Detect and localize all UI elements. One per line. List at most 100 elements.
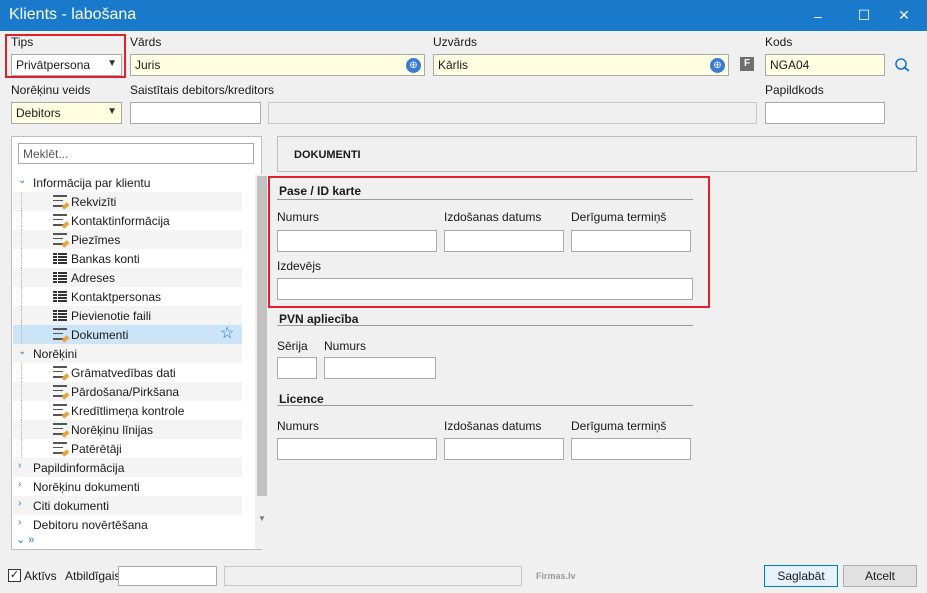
- tree-group-row[interactable]: ⌄ Informācija par klientu: [13, 173, 242, 192]
- tree-group-row[interactable]: › Papildinformācija: [13, 458, 242, 477]
- licence-deriguma-label: Derīguma termiņš: [571, 419, 667, 433]
- tree-item-row[interactable]: Adreses: [13, 268, 242, 287]
- atbildigais-name-field: [224, 566, 522, 586]
- pase-izdevejs-input[interactable]: [277, 278, 693, 300]
- document-edit-icon: [53, 423, 70, 438]
- chevron-down-icon[interactable]: ⌄: [18, 346, 26, 357]
- tree-item-row[interactable]: Pievienotie faili: [13, 306, 242, 325]
- tree-item-label: Grāmatvedības dati: [71, 366, 176, 380]
- panel-title: DOKUMENTI: [294, 149, 361, 161]
- expand-all-icon[interactable]: ⌄ »: [16, 533, 34, 546]
- atbildigais-input[interactable]: [118, 566, 217, 586]
- document-edit-icon: [53, 385, 70, 400]
- chevron-right-icon[interactable]: ›: [18, 479, 21, 490]
- tree-group-row[interactable]: ⌄ Norēķini: [13, 344, 242, 363]
- chevron-right-icon[interactable]: ›: [18, 517, 21, 528]
- chevron-down-icon: ▼: [107, 106, 117, 117]
- saistitais-label: Saistītais debitors/kreditors: [130, 83, 275, 97]
- licence-numurs-input[interactable]: [277, 438, 437, 460]
- tree-group-row[interactable]: › Norēķinu dokumenti: [13, 477, 242, 496]
- pase-numurs-input[interactable]: [277, 230, 437, 252]
- tree-item-row[interactable]: Bankas konti: [13, 249, 242, 268]
- tips-label: Tips: [11, 35, 34, 49]
- tree-item-label: Dokumenti: [71, 328, 129, 342]
- globe-icon[interactable]: ⊕: [710, 58, 725, 73]
- tree-group-label: Norēķinu dokumenti: [33, 480, 140, 494]
- scrollbar-thumb[interactable]: [257, 176, 267, 496]
- tree-item-label: Adreses: [71, 271, 116, 285]
- tree-item-row[interactable]: Kontaktpersonas: [13, 287, 242, 306]
- noreķinu-select[interactable]: Debitors ▼: [11, 102, 122, 124]
- chevron-right-icon[interactable]: ›: [18, 460, 21, 471]
- tree-item-row[interactable]: Pārdošana/Pirkšana: [13, 382, 242, 401]
- chevron-down-icon[interactable]: ⌄: [18, 175, 26, 186]
- table-icon: [53, 290, 67, 302]
- tree-item-label: Rekvizīti: [71, 195, 117, 209]
- tree-item-label: Pārdošana/Pirkšana: [71, 385, 180, 399]
- pvn-serija-input[interactable]: [277, 357, 317, 379]
- tree-item-row[interactable]: Norēķinu līnijas: [13, 420, 242, 439]
- tree-item-label: Bankas konti: [71, 252, 140, 266]
- tree-item-row[interactable]: Rekvizīti: [13, 192, 242, 211]
- tree-guide-line: [21, 287, 22, 306]
- f-badge[interactable]: F: [740, 57, 754, 71]
- papildkods-input[interactable]: [765, 102, 885, 124]
- pase-divider: [277, 199, 693, 200]
- saistitais-input[interactable]: [130, 102, 261, 124]
- tips-value: Privātpersona: [16, 58, 91, 72]
- tree-group-row[interactable]: › Citi dokumenti: [13, 496, 242, 515]
- licence-numurs-label: Numurs: [277, 419, 320, 433]
- title-bar: Klients - labošana – ☐ ✕: [0, 0, 927, 31]
- tree-scrollbar[interactable]: ▼: [255, 174, 269, 549]
- search-contact-icon[interactable]: [893, 57, 911, 73]
- pase-deriguma-label: Derīguma termiņš: [571, 210, 667, 224]
- noreķinu-value: Debitors: [16, 106, 61, 120]
- tree-guide-line: [21, 325, 22, 344]
- pase-izdosanas-input[interactable]: [444, 230, 564, 252]
- minimize-button[interactable]: –: [795, 0, 841, 31]
- document-edit-icon: [53, 214, 70, 229]
- vards-label: Vārds: [130, 35, 162, 49]
- tree-item-row[interactable]: Grāmatvedības dati: [13, 363, 242, 382]
- tree-item-label: Patērētāji: [71, 442, 122, 456]
- licence-divider: [277, 405, 693, 406]
- tree-guide-line: [21, 401, 22, 420]
- tree-item-row[interactable]: Patērētāji: [13, 439, 242, 458]
- tree-item-row[interactable]: Dokumenti ☆: [13, 325, 242, 344]
- tree-guide-line: [21, 363, 22, 382]
- tree-group-label: Citi dokumenti: [33, 499, 110, 513]
- star-icon[interactable]: ☆: [220, 325, 234, 343]
- licence-deriguma-input[interactable]: [571, 438, 691, 460]
- tree-item-row[interactable]: Piezīmes: [13, 230, 242, 249]
- tree-item-row[interactable]: Kontaktinformācija: [13, 211, 242, 230]
- tree-group-label: Debitoru novērtēšana: [33, 518, 148, 532]
- globe-icon[interactable]: ⊕: [406, 58, 421, 73]
- tree-item-label: Pievienotie faili: [71, 309, 152, 323]
- cancel-button[interactable]: Atcelt: [843, 565, 917, 587]
- pvn-numurs-label: Numurs: [324, 339, 367, 353]
- tree-group-row[interactable]: › Debitoru novērtēšana: [13, 515, 242, 534]
- licence-izdosanas-label: Izdošanas datums: [444, 419, 542, 433]
- licence-izdosanas-input[interactable]: [444, 438, 564, 460]
- aktivs-checkbox[interactable]: ✓: [8, 569, 21, 582]
- pase-deriguma-input[interactable]: [571, 230, 691, 252]
- tips-select[interactable]: Privātpersona ▼: [11, 54, 122, 76]
- brand-logo: Firmas.lv: [536, 571, 576, 581]
- kods-label: Kods: [765, 35, 793, 49]
- tree-guide-line: [21, 382, 22, 401]
- tree-search-input[interactable]: Meklēt...: [18, 143, 254, 164]
- tree-item-label: Kredītlimeņa kontrole: [71, 404, 185, 418]
- pvn-numurs-input[interactable]: [324, 357, 436, 379]
- kods-input[interactable]: NGA04: [765, 54, 885, 76]
- tree-group-label: Papildinformācija: [33, 461, 125, 475]
- documents-panel-header: DOKUMENTI: [277, 136, 917, 172]
- vards-input[interactable]: Juris ⊕: [130, 54, 425, 76]
- close-button[interactable]: ✕: [881, 0, 927, 31]
- chevron-right-icon[interactable]: ›: [18, 498, 21, 509]
- uzvards-input[interactable]: Kārlis ⊕: [433, 54, 729, 76]
- save-button[interactable]: Saglabāt: [764, 565, 838, 587]
- scroll-down-icon[interactable]: ▼: [258, 514, 266, 523]
- tree-item-row[interactable]: Kredītlimeņa kontrole: [13, 401, 242, 420]
- tree-guide-line: [21, 439, 22, 458]
- document-edit-icon: [53, 233, 70, 248]
